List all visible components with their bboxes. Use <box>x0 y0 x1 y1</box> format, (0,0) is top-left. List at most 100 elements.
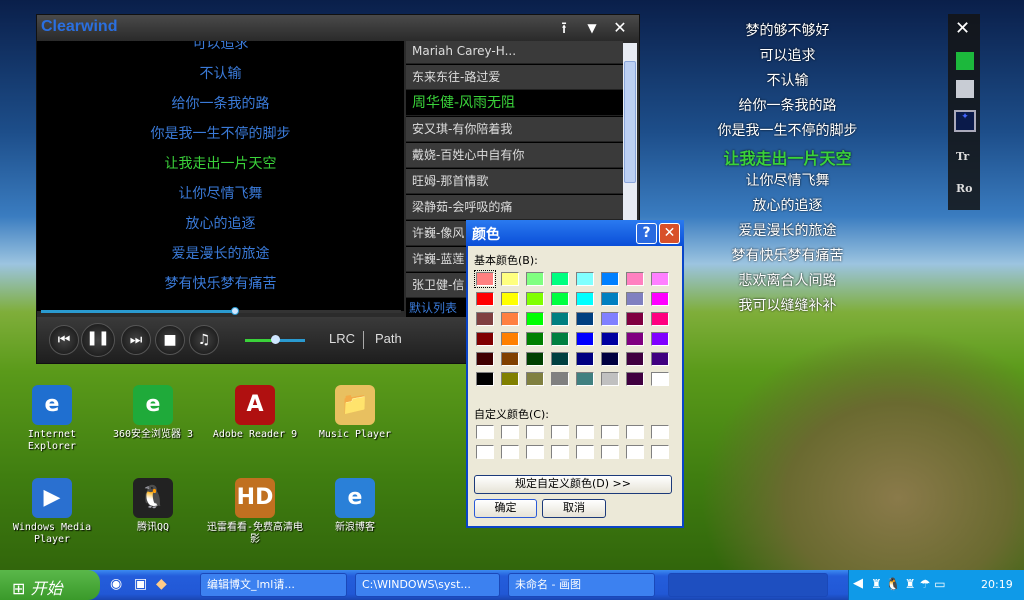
basic-color-swatch[interactable] <box>501 352 519 366</box>
basic-color-swatch[interactable] <box>576 372 594 386</box>
custom-color-swatch[interactable] <box>551 445 569 459</box>
basic-color-swatch[interactable] <box>526 312 544 326</box>
desktop-icon[interactable]: e 360安全浏览器 3 <box>103 385 203 441</box>
basic-color-swatch[interactable] <box>651 292 669 306</box>
basic-color-swatch[interactable] <box>651 372 669 386</box>
custom-color-swatch[interactable] <box>601 425 619 439</box>
skin-icon[interactable]: ✦ <box>954 110 976 132</box>
basic-color-swatch[interactable] <box>501 292 519 306</box>
custom-color-swatch[interactable] <box>501 445 519 459</box>
basic-color-swatch[interactable] <box>576 352 594 366</box>
basic-color-swatch[interactable] <box>526 372 544 386</box>
lrc-button[interactable]: LRC <box>329 331 355 346</box>
basic-color-swatch[interactable] <box>601 372 619 386</box>
taskbar-button[interactable]: 未命名 - 画图 <box>508 573 655 597</box>
playlist-item[interactable]: 梁静茹-会呼吸的痛 <box>406 195 623 220</box>
close-icon[interactable]: ✕ <box>609 17 631 39</box>
basic-color-swatch[interactable] <box>551 312 569 326</box>
desktop-icon[interactable]: A Adobe Reader 9 <box>205 385 305 441</box>
basic-color-swatch[interactable] <box>501 332 519 346</box>
basic-color-swatch[interactable] <box>551 372 569 386</box>
help-button[interactable]: ? <box>636 223 657 244</box>
background-color-swatch[interactable] <box>956 80 974 98</box>
basic-color-swatch[interactable] <box>601 272 619 286</box>
desktop-icon[interactable]: e 新浪博客 <box>305 478 405 534</box>
show-hidden-icons[interactable]: ◀ <box>853 576 863 591</box>
basic-color-swatch[interactable] <box>651 352 669 366</box>
custom-color-swatch[interactable] <box>476 445 494 459</box>
previous-button[interactable]: ⏮ <box>49 325 79 355</box>
desktop-icon[interactable]: 📁 Music Player <box>305 385 405 441</box>
quick-launch-desktop-icon[interactable]: ▣ <box>134 576 147 592</box>
desktop-icon[interactable]: e Internet Explorer <box>2 385 102 453</box>
basic-color-swatch[interactable] <box>601 332 619 346</box>
quick-launch-app-icon[interactable]: ◆ <box>156 576 167 592</box>
basic-color-swatch[interactable] <box>576 312 594 326</box>
next-button[interactable]: ⏭ <box>121 325 151 355</box>
basic-color-swatch[interactable] <box>501 372 519 386</box>
pause-button[interactable]: ❚❚ <box>81 323 115 357</box>
ok-button[interactable]: 确定 <box>474 499 537 518</box>
basic-color-swatch[interactable] <box>501 312 519 326</box>
custom-color-swatch[interactable] <box>576 445 594 459</box>
cancel-button[interactable]: 取消 <box>542 499 606 518</box>
basic-color-swatch[interactable] <box>476 352 494 366</box>
basic-color-swatch[interactable] <box>551 292 569 306</box>
path-button[interactable]: Path <box>375 331 402 346</box>
custom-color-swatch[interactable] <box>501 425 519 439</box>
basic-color-swatch[interactable] <box>601 352 619 366</box>
playlist-item[interactable]: 安又琪-有你陪着我 <box>406 117 623 142</box>
basic-color-swatch[interactable] <box>476 312 494 326</box>
custom-color-swatch[interactable] <box>626 425 644 439</box>
custom-color-swatch[interactable] <box>526 445 544 459</box>
desktop-icon[interactable]: ▶ Windows Media Player <box>2 478 102 546</box>
close-icon[interactable]: ✕ <box>955 18 970 39</box>
taskbar-button[interactable] <box>668 573 828 597</box>
start-button[interactable]: ⊞ 开始 <box>0 570 100 600</box>
playlist-item[interactable]: 戴娆-百姓心中自有你 <box>406 143 623 168</box>
basic-color-swatch[interactable] <box>526 352 544 366</box>
define-custom-colors-button[interactable]: 规定自定义颜色(D) >> <box>474 475 672 494</box>
basic-color-swatch[interactable] <box>476 332 494 346</box>
player-titlebar[interactable]: Clearwind ⭱ ▼ ✕ <box>37 15 639 41</box>
basic-color-swatch[interactable] <box>601 312 619 326</box>
music-note-button[interactable]: ♫ <box>189 325 219 355</box>
scrollbar-thumb[interactable] <box>624 61 636 183</box>
custom-color-swatch[interactable] <box>626 445 644 459</box>
desktop-icon[interactable]: 🐧 腾讯QQ <box>103 478 203 534</box>
playlist-item[interactable]: Mariah Carey-H... <box>406 41 623 64</box>
basic-color-swatch[interactable] <box>476 292 494 306</box>
dialog-titlebar[interactable]: 颜色 ? ✕ <box>466 220 684 246</box>
pin-icon[interactable]: ⭱ <box>553 17 575 39</box>
volume-handle[interactable] <box>271 335 280 344</box>
basic-color-swatch[interactable] <box>626 292 644 306</box>
basic-color-swatch[interactable] <box>626 372 644 386</box>
custom-color-swatch[interactable] <box>526 425 544 439</box>
playlist-item[interactable]: 周华健-风雨无阻 <box>406 91 623 116</box>
custom-color-swatch[interactable] <box>476 425 494 439</box>
taskbar-button[interactable]: C:\WINDOWS\syst... <box>355 573 500 597</box>
basic-color-swatch[interactable] <box>626 312 644 326</box>
basic-color-swatch[interactable] <box>526 332 544 346</box>
custom-color-swatch[interactable] <box>551 425 569 439</box>
playlist-item[interactable]: 东来东往-路过爱 <box>406 65 623 90</box>
rotate-button[interactable]: Ro <box>956 182 972 195</box>
taskbar-button[interactable]: 编辑博文_lml请... <box>200 573 347 597</box>
custom-color-swatch[interactable] <box>651 445 669 459</box>
quick-launch-360-icon[interactable]: ◉ <box>110 576 122 592</box>
menu-dropdown-icon[interactable]: ▼ <box>581 17 603 39</box>
basic-color-swatch[interactable] <box>651 312 669 326</box>
basic-color-swatch[interactable] <box>551 332 569 346</box>
basic-color-swatch[interactable] <box>501 272 519 286</box>
close-button[interactable]: ✕ <box>659 223 680 244</box>
basic-color-swatch[interactable] <box>576 292 594 306</box>
basic-color-swatch[interactable] <box>476 372 494 386</box>
basic-color-swatch[interactable] <box>576 332 594 346</box>
playlist-item[interactable]: 旺姆-那首情歌 <box>406 169 623 194</box>
basic-color-swatch[interactable] <box>474 270 496 288</box>
progress-handle[interactable] <box>231 307 240 315</box>
tray-icons[interactable]: ♜🐧♜☂▭ <box>871 577 950 591</box>
custom-color-swatch[interactable] <box>651 425 669 439</box>
custom-color-swatch[interactable] <box>601 445 619 459</box>
basic-color-swatch[interactable] <box>551 352 569 366</box>
